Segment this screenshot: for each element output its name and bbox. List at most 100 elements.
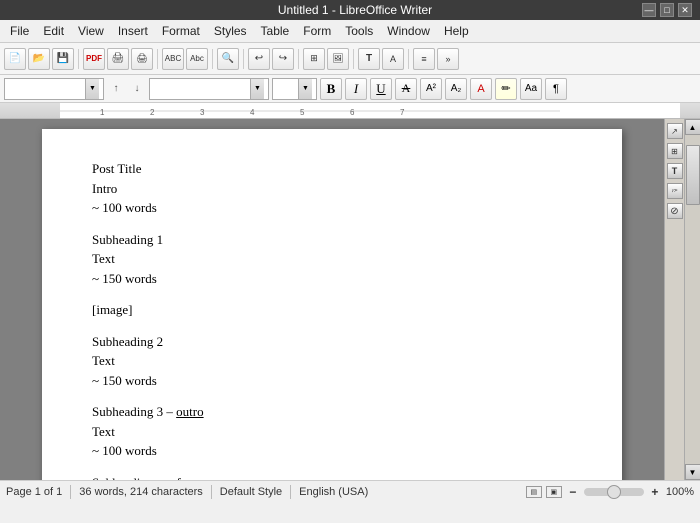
font-dropdown-arrow[interactable]: ▼ <box>250 79 264 99</box>
right-sidebar: ↗ ⊞ T 🖙 ⊘ <box>664 119 684 480</box>
line-subheading-references: Subheading – references <box>92 473 572 481</box>
main-area: Post Title Intro ~ 100 words Subheading … <box>0 119 700 480</box>
word-count: 36 words, 214 characters <box>79 486 203 498</box>
zoom-out-button[interactable]: − <box>566 485 580 499</box>
strikethrough-button[interactable]: A <box>395 78 417 100</box>
open-button[interactable]: 📂 <box>28 48 50 70</box>
menubar: File Edit View Insert Format Styles Tabl… <box>0 20 700 43</box>
section-subheading2: Subheading 2 Text ~ 150 words <box>92 332 572 391</box>
sidebar-icon-5[interactable]: ⊘ <box>667 203 683 219</box>
redo-button[interactable]: ↪ <box>272 48 294 70</box>
find-button[interactable]: 🔍 <box>217 48 239 70</box>
menu-insert[interactable]: Insert <box>112 22 154 40</box>
scroll-track[interactable] <box>685 135 700 464</box>
sidebar-icon-1[interactable]: ↗ <box>667 123 683 139</box>
fontcolor-button[interactable]: A <box>382 48 404 70</box>
style-input[interactable]: Default Styl <box>5 83 85 95</box>
underline-button[interactable]: U <box>370 78 392 100</box>
minimize-button[interactable]: — <box>642 3 656 17</box>
extra-button[interactable]: » <box>437 48 459 70</box>
document-area[interactable]: Post Title Intro ~ 100 words Subheading … <box>0 119 664 480</box>
save-button[interactable]: 💾 <box>52 48 74 70</box>
subscript-button[interactable]: A₂ <box>445 78 467 100</box>
section-references: Subheading – references This article inc… <box>92 473 572 481</box>
menu-window[interactable]: Window <box>381 22 436 40</box>
line-text1: Text <box>92 249 572 269</box>
layout-icon2[interactable]: ▣ <box>546 486 562 498</box>
vertical-scrollbar[interactable]: ▲ ▼ <box>684 119 700 480</box>
menu-view[interactable]: View <box>72 22 110 40</box>
line-image: [image] <box>92 300 572 320</box>
image-button[interactable]: 🖼 <box>327 48 349 70</box>
menu-form[interactable]: Form <box>297 22 337 40</box>
size-input[interactable]: 12 <box>273 83 298 95</box>
menu-edit[interactable]: Edit <box>37 22 70 40</box>
sidebar-icon-3[interactable]: T <box>667 163 683 179</box>
line-intro: Intro <box>92 179 572 199</box>
window-controls[interactable]: — □ ✕ <box>642 3 692 17</box>
line-100words-2: ~ 100 words <box>92 441 572 461</box>
line-150words-1: ~ 150 words <box>92 269 572 289</box>
section-image: [image] <box>92 300 572 320</box>
menu-help[interactable]: Help <box>438 22 475 40</box>
page-info: Page 1 of 1 <box>6 486 62 498</box>
sep-status1 <box>70 485 71 499</box>
sep6 <box>353 49 354 69</box>
svg-text:2: 2 <box>150 108 155 117</box>
section-post-title: Post Title Intro ~ 100 words <box>92 159 572 218</box>
charformat-button[interactable]: Aa <box>520 78 542 100</box>
size-combo[interactable]: 12 ▼ <box>272 78 317 100</box>
list-button[interactable]: ≡ <box>413 48 435 70</box>
sidebar-icon-2[interactable]: ⊞ <box>667 143 683 159</box>
autocorrect-button[interactable]: Abc <box>186 48 208 70</box>
font-combo[interactable]: Liberation S ▼ <box>149 78 269 100</box>
print-button[interactable]: 🖨 <box>107 48 129 70</box>
menu-table[interactable]: Table <box>255 22 296 40</box>
svg-text:7: 7 <box>400 108 405 117</box>
close-button[interactable]: ✕ <box>678 3 692 17</box>
line-text3: Text <box>92 422 572 442</box>
menu-tools[interactable]: Tools <box>339 22 379 40</box>
scroll-thumb[interactable] <box>686 145 700 205</box>
sep5 <box>298 49 299 69</box>
line-post-title: Post Title <box>92 159 572 179</box>
textbox-button[interactable]: T <box>358 48 380 70</box>
style-combo[interactable]: Default Styl ▼ <box>4 78 104 100</box>
undo-button[interactable]: ↩ <box>248 48 270 70</box>
document-page[interactable]: Post Title Intro ~ 100 words Subheading … <box>42 129 622 480</box>
spell-button[interactable]: ABC <box>162 48 184 70</box>
zoom-in-button[interactable]: + <box>648 485 662 499</box>
pdf-button[interactable]: PDF <box>83 48 105 70</box>
table-button[interactable]: ⊞ <box>303 48 325 70</box>
preview-button[interactable]: 🖨 <box>131 48 153 70</box>
new-button[interactable]: 📄 <box>4 48 26 70</box>
size-dropdown-arrow[interactable]: ▼ <box>298 79 312 99</box>
menu-file[interactable]: File <box>4 22 35 40</box>
layout-icon1[interactable]: ▤ <box>526 486 542 498</box>
svg-text:1: 1 <box>100 108 105 117</box>
highlight-button[interactable]: ✏ <box>495 78 517 100</box>
zoom-slider[interactable] <box>584 488 644 496</box>
menu-styles[interactable]: Styles <box>208 22 253 40</box>
sep2 <box>157 49 158 69</box>
style-dropdown-arrow[interactable]: ▼ <box>85 79 99 99</box>
sidebar-icon-4[interactable]: 🖙 <box>667 183 683 199</box>
menu-format[interactable]: Format <box>156 22 206 40</box>
fontcolor-fmt-button[interactable]: A <box>470 78 492 100</box>
scroll-down-button[interactable]: ▼ <box>685 464 700 480</box>
sep4 <box>243 49 244 69</box>
italic-button[interactable]: I <box>345 78 367 100</box>
superscript-button[interactable]: A² <box>420 78 442 100</box>
language: English (USA) <box>299 486 368 498</box>
style-icon2[interactable]: ↓ <box>128 78 146 100</box>
outro-underline: outro <box>176 404 203 419</box>
font-input[interactable]: Liberation S <box>150 83 250 95</box>
maximize-button[interactable]: □ <box>660 3 674 17</box>
statusbar: Page 1 of 1 36 words, 214 characters Def… <box>0 480 700 502</box>
scroll-up-button[interactable]: ▲ <box>685 119 700 135</box>
sep-status3 <box>290 485 291 499</box>
bold-button[interactable]: B <box>320 78 342 100</box>
style-icon1[interactable]: ↑ <box>107 78 125 100</box>
paragraph-button[interactable]: ¶ <box>545 78 567 100</box>
svg-text:3: 3 <box>200 108 205 117</box>
